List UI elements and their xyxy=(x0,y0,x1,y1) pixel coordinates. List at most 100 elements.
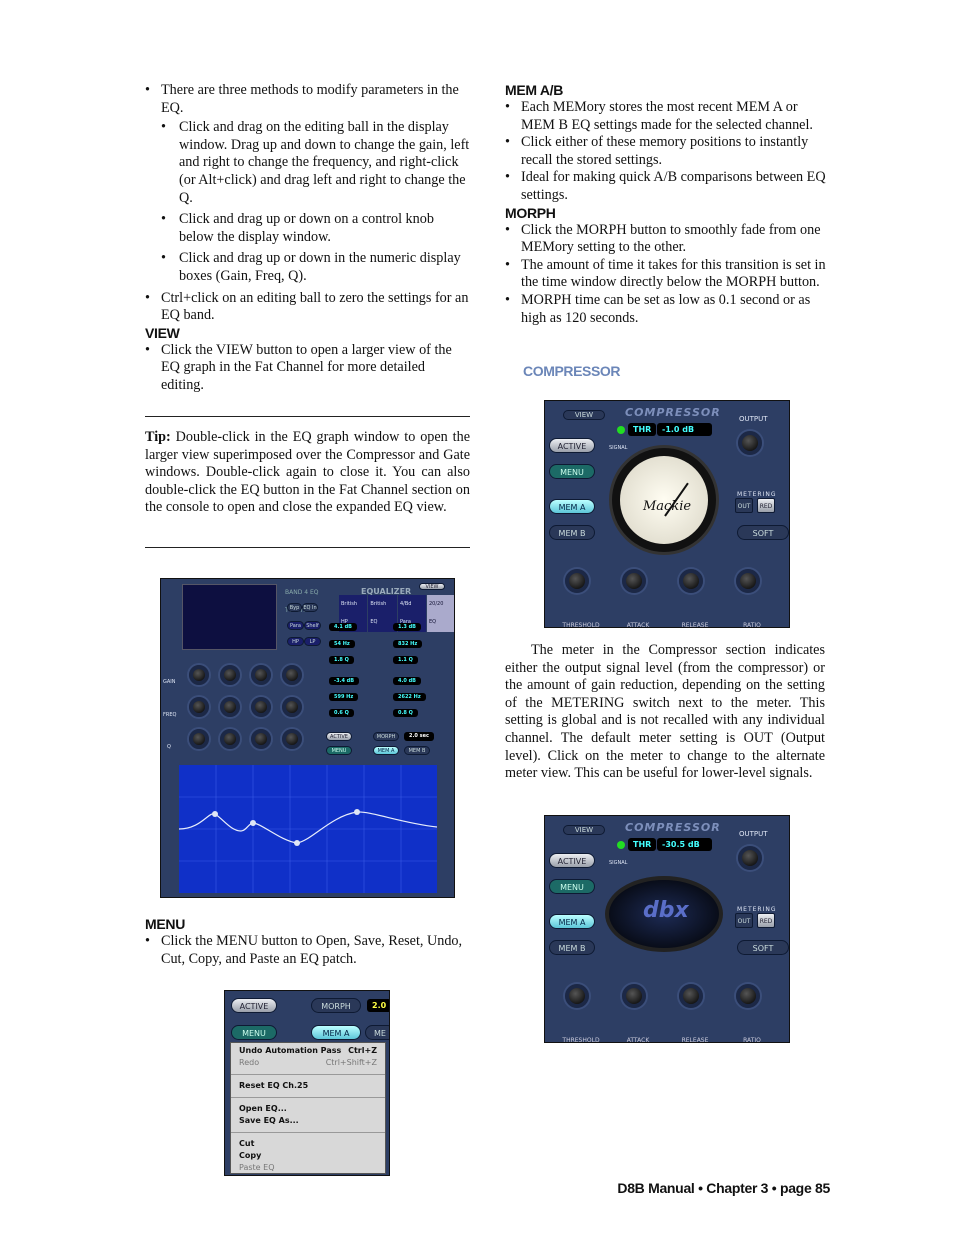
band3-freq[interactable]: 599 Hz xyxy=(329,693,359,701)
threshold-readout[interactable]: -30.5 dB xyxy=(657,838,712,851)
bypass-button[interactable]: Byp xyxy=(287,603,302,612)
active-button[interactable]: ACTIVE xyxy=(549,438,595,453)
band1-q[interactable]: 1.8 Q xyxy=(329,656,354,664)
eq-knob[interactable] xyxy=(189,697,209,717)
menu-item[interactable]: Open EQ... xyxy=(231,1103,385,1115)
eq-knob[interactable] xyxy=(189,729,209,749)
menu-item[interactable]: Reset EQ Ch.25 xyxy=(231,1080,385,1092)
band4-gain[interactable]: 4.0 dB xyxy=(393,677,421,685)
eq-knob[interactable] xyxy=(220,729,240,749)
lp-button[interactable]: LP xyxy=(304,637,321,646)
eq-knob[interactable] xyxy=(251,665,271,685)
threshold-knob[interactable] xyxy=(565,569,589,593)
menu-heading: MENU xyxy=(145,916,186,932)
eq-ball-4[interactable] xyxy=(354,809,360,815)
hp-button[interactable]: HP xyxy=(287,637,304,646)
release-knob[interactable] xyxy=(679,984,703,1008)
mem-b-button[interactable]: ME xyxy=(365,1025,389,1040)
metering-red-button[interactable]: RED xyxy=(757,913,775,928)
attack-knob[interactable] xyxy=(622,984,646,1008)
morph-time[interactable]: 2.0 sec xyxy=(404,732,434,741)
eq-knob[interactable] xyxy=(282,665,302,685)
eq-knob[interactable] xyxy=(282,697,302,717)
threshold-readout[interactable]: -1.0 dB xyxy=(657,423,712,436)
eq-knob[interactable] xyxy=(220,665,240,685)
band4-label: BAND 4 EQ TO DYN xyxy=(285,589,319,614)
band4-freq[interactable]: 2622 Hz xyxy=(393,693,426,701)
view-button[interactable]: VIEW xyxy=(563,825,605,835)
menu-item[interactable]: Paste EQ xyxy=(231,1162,385,1174)
morph-time[interactable]: 2.0 xyxy=(367,999,389,1012)
view-button[interactable]: VIEW xyxy=(419,583,445,590)
shelf-button[interactable]: Shelf xyxy=(304,621,321,630)
output-knob[interactable] xyxy=(738,846,762,870)
mem-b-button[interactable]: MEM B xyxy=(549,525,595,540)
metering-out-button[interactable]: OUT xyxy=(735,498,753,513)
menu-item-shortcut: Ctrl+Z xyxy=(348,1046,377,1055)
ratio-knob[interactable] xyxy=(736,569,760,593)
threshold-knob[interactable] xyxy=(565,984,589,1008)
output-knob[interactable] xyxy=(738,431,762,455)
vu-meter[interactable]: Mackie xyxy=(609,445,719,555)
band3-gain[interactable]: -3.4 dB xyxy=(329,677,360,685)
menu-item-label: Paste EQ xyxy=(239,1163,275,1172)
band2-q[interactable]: 1.1 Q xyxy=(393,656,418,664)
menu-item[interactable]: Save EQ As... xyxy=(231,1115,385,1127)
mem-a-button[interactable]: MEM A xyxy=(549,499,595,514)
dbx-logo: dbx xyxy=(643,898,689,923)
menu-section: MENU Click the MENU button to Open, Save… xyxy=(145,916,470,968)
menu-item[interactable]: Cut xyxy=(231,1138,385,1150)
soft-knee-button[interactable]: SOFT xyxy=(737,525,789,540)
menu-button[interactable]: MENU xyxy=(549,879,595,894)
band1-freq[interactable]: 54 Hz xyxy=(329,640,355,648)
band4-q[interactable]: 0.8 Q xyxy=(393,709,418,717)
metering-out-button[interactable]: OUT xyxy=(735,913,753,928)
menu-item-label: Redo xyxy=(239,1058,260,1067)
menu-item[interactable]: Undo Automation Pass Ctrl+Z xyxy=(231,1045,385,1057)
release-knob[interactable] xyxy=(679,569,703,593)
menu-item-label: Copy xyxy=(239,1151,262,1160)
signal-label: SIGNAL xyxy=(609,445,628,451)
eq-ball-2[interactable] xyxy=(250,820,256,826)
mem-b-button[interactable]: MEM B xyxy=(549,940,595,955)
eq-graph[interactable] xyxy=(161,761,455,898)
eq-knob[interactable] xyxy=(189,665,209,685)
mem-a-button[interactable]: MEM A xyxy=(549,914,595,929)
menu-button[interactable]: MENU xyxy=(549,464,595,479)
menu-item-label: Reset EQ Ch.25 xyxy=(239,1081,309,1090)
active-button[interactable]: ACTIVE xyxy=(231,998,277,1013)
knob-label: RATIO xyxy=(743,1037,761,1043)
eq-ball-3[interactable] xyxy=(294,840,300,846)
mem-a-button[interactable]: MEM A xyxy=(311,1025,361,1040)
knob-label: RATIO xyxy=(743,622,761,628)
eq-knob[interactable] xyxy=(251,729,271,749)
eq-in-button[interactable]: EQ In xyxy=(302,603,318,612)
active-button[interactable]: ACTIVE xyxy=(326,732,352,741)
gr-meter[interactable]: dbx xyxy=(605,876,723,952)
eq-knob[interactable] xyxy=(220,697,240,717)
ratio-knob[interactable] xyxy=(736,984,760,1008)
menu-item[interactable]: Redo Ctrl+Shift+Z xyxy=(231,1057,385,1069)
mem-a-button[interactable]: MEM A xyxy=(373,746,399,755)
eq-ball-1[interactable] xyxy=(212,811,218,817)
eq-type-option[interactable]: 20/20 EQ xyxy=(426,595,454,633)
eq-knob[interactable] xyxy=(282,729,302,749)
band2-gain[interactable]: 1.3 dB xyxy=(393,623,421,631)
menu-button[interactable]: MENU xyxy=(231,1025,277,1040)
active-button[interactable]: ACTIVE xyxy=(549,853,595,868)
soft-knee-button[interactable]: SOFT xyxy=(737,940,789,955)
para-button[interactable]: Para xyxy=(287,621,304,630)
metering-red-button[interactable]: RED xyxy=(757,498,775,513)
menu-item[interactable]: Copy xyxy=(231,1150,385,1162)
band3-q[interactable]: 0.6 Q xyxy=(329,709,354,717)
attack-knob[interactable] xyxy=(622,569,646,593)
morph-button[interactable]: MORPH xyxy=(311,998,361,1013)
eq-knob[interactable] xyxy=(251,697,271,717)
mem-b-button[interactable]: MEM B xyxy=(404,746,430,755)
eq-screenshot: BAND 4 EQ TO DYN EQUALIZER VIEW Byp EQ I… xyxy=(160,578,455,898)
view-button[interactable]: VIEW xyxy=(563,410,605,420)
menu-button[interactable]: MENU xyxy=(326,746,352,755)
band2-freq[interactable]: 832 Hz xyxy=(393,640,423,648)
morph-button[interactable]: MORPH xyxy=(373,732,399,741)
band1-gain[interactable]: 4.1 dB xyxy=(329,623,357,631)
